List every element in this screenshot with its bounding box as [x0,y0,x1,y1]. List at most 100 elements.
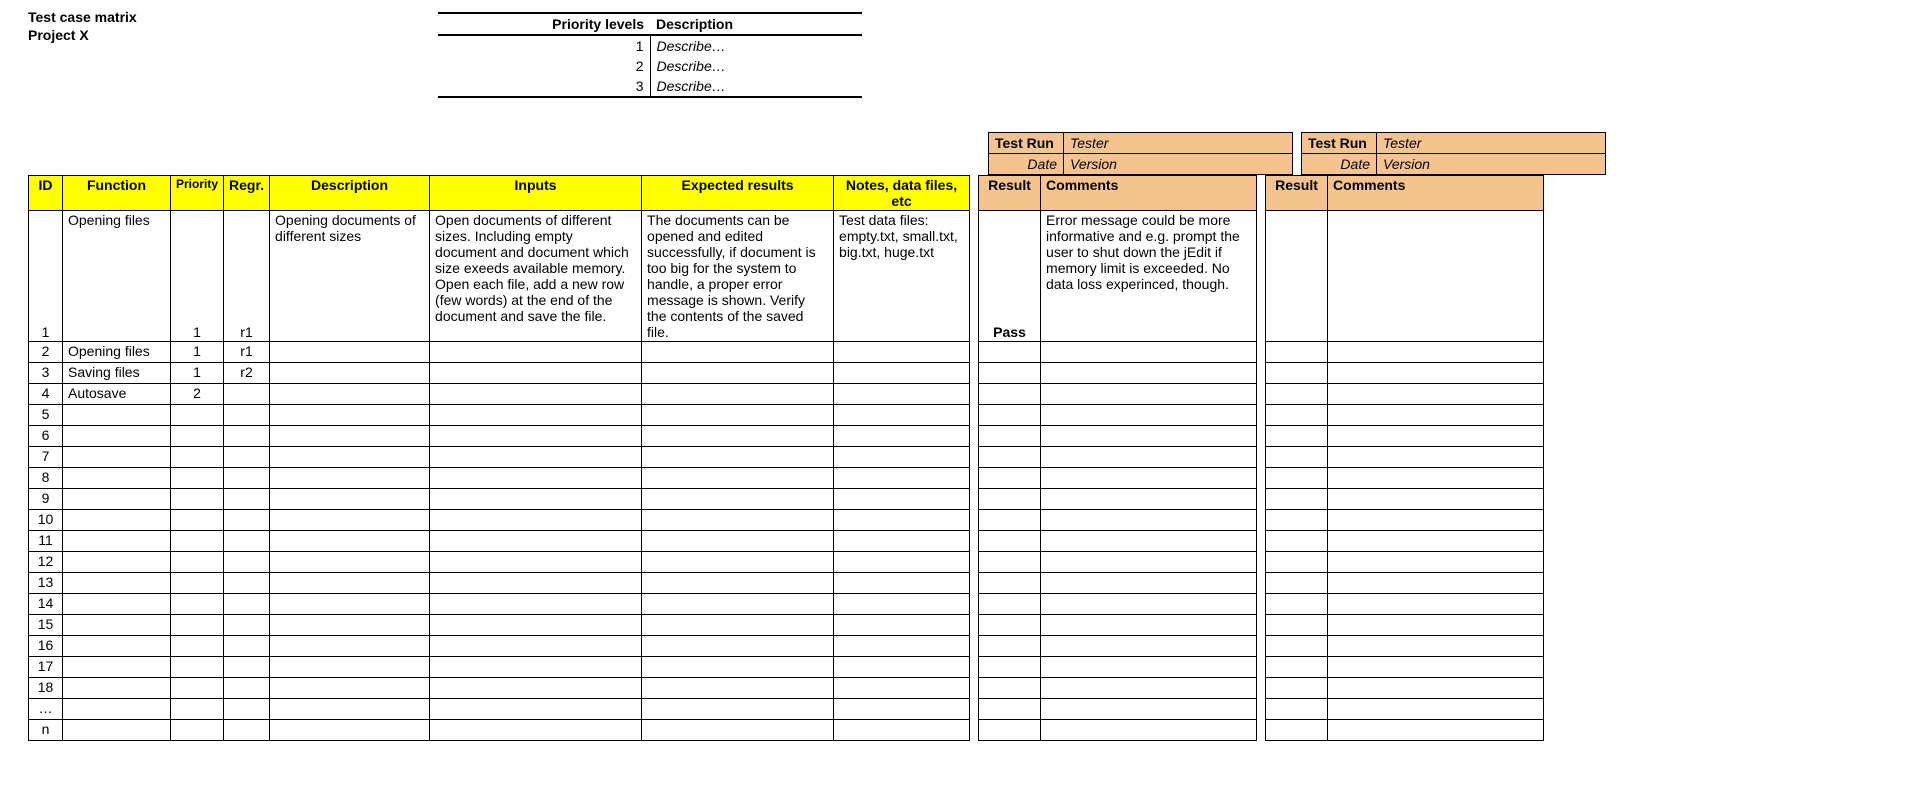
run2-date-label: Date [1302,154,1377,175]
cell-result2 [1266,384,1328,405]
table-row: 14 [29,594,1544,615]
cell-spacer [970,594,979,615]
priority-level-value: 1 [438,35,650,56]
cell-spacer [970,447,979,468]
cell-id: 11 [29,531,63,552]
cell-expected [642,636,834,657]
cell-function: Saving files [63,363,171,384]
cell-spacer [1257,510,1266,531]
cell-result2 [1266,552,1328,573]
cell-expected [642,510,834,531]
matrix-header-row: ID Function Priority Regr. Description I… [29,176,1544,211]
cell-desc: Opening documents of different sizes [270,211,430,342]
cell-desc [270,615,430,636]
cell-spacer [970,468,979,489]
cell-id: 10 [29,510,63,531]
cell-regr [224,699,270,720]
cell-comments2 [1328,489,1544,510]
cell-regr [224,531,270,552]
table-row: 16 [29,636,1544,657]
cell-expected [642,720,834,741]
cell-id: 13 [29,573,63,594]
cell-spacer [1257,384,1266,405]
cell-spacer [1257,405,1266,426]
table-row: 18 [29,678,1544,699]
cell-id: 8 [29,468,63,489]
cell-function [63,510,171,531]
cell-comments2 [1328,636,1544,657]
cell-comments2 [1328,720,1544,741]
cell-regr [224,615,270,636]
priority-levels-table: Priority levels Description 1 Describe… … [438,12,862,98]
cell-function: Autosave [63,384,171,405]
col-function: Function [63,176,171,211]
cell-inputs [430,342,642,363]
cell-function [63,657,171,678]
cell-comments2 [1328,363,1544,384]
cell-spacer [970,720,979,741]
cell-comments [1041,468,1257,489]
cell-result2 [1266,657,1328,678]
cell-result [979,720,1041,741]
run2-tester-label: Tester [1377,133,1606,154]
cell-desc [270,342,430,363]
cell-inputs: Open documents of different sizes. Inclu… [430,211,642,342]
cell-regr [224,573,270,594]
table-row: 15 [29,615,1544,636]
cell-id: 2 [29,342,63,363]
cell-function [63,615,171,636]
cell-expected [642,615,834,636]
cell-spacer [970,552,979,573]
cell-id: 7 [29,447,63,468]
cell-comments [1041,384,1257,405]
cell-id: 3 [29,363,63,384]
cell-spacer [1257,363,1266,384]
cell-inputs [430,720,642,741]
cell-result2 [1266,699,1328,720]
table-row: 8 [29,468,1544,489]
cell-expected [642,594,834,615]
cell-regr [224,426,270,447]
cell-desc [270,531,430,552]
cell-comments [1041,405,1257,426]
cell-inputs [430,447,642,468]
priority-level-desc: Describe… [650,76,862,97]
cell-inputs [430,594,642,615]
cell-priority [171,468,224,489]
cell-spacer [1257,531,1266,552]
cell-comments2 [1328,510,1544,531]
cell-expected [642,384,834,405]
cell-comments2 [1328,552,1544,573]
cell-function [63,678,171,699]
cell-notes [834,426,970,447]
cell-spacer [970,678,979,699]
cell-function [63,447,171,468]
cell-comments2 [1328,211,1544,342]
cell-regr: r1 [224,342,270,363]
cell-function [63,531,171,552]
cell-comments [1041,552,1257,573]
cell-comments2 [1328,678,1544,699]
cell-inputs [430,657,642,678]
cell-notes [834,699,970,720]
cell-notes [834,552,970,573]
cell-id: 12 [29,552,63,573]
cell-inputs [430,426,642,447]
cell-desc [270,384,430,405]
cell-result [979,615,1041,636]
test-case-matrix: ID Function Priority Regr. Description I… [28,175,1544,741]
cell-id: 18 [29,678,63,699]
cell-id: 5 [29,405,63,426]
cell-notes [834,636,970,657]
cell-result2 [1266,447,1328,468]
cell-function [63,573,171,594]
cell-priority [171,573,224,594]
cell-result [979,342,1041,363]
cell-spacer [1257,594,1266,615]
table-row: 5 [29,405,1544,426]
cell-result [979,699,1041,720]
cell-regr [224,510,270,531]
cell-comments [1041,342,1257,363]
cell-spacer [970,426,979,447]
cell-inputs [430,468,642,489]
